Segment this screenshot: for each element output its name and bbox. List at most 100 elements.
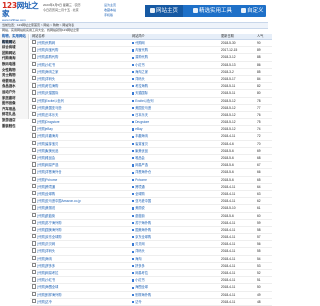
row-checkbox[interactable] (32, 176, 37, 181)
site-desc-link[interactable]: 日本乐天 (130, 111, 219, 120)
row-checkbox[interactable] (32, 248, 37, 253)
site-name-link[interactable]: [代购]代购网 (30, 39, 130, 48)
site-name-link[interactable]: [代购]跨境通 (30, 183, 130, 191)
site-name-link[interactable]: [代购]蘑菇街 (30, 212, 130, 220)
row-checkbox[interactable] (32, 298, 37, 304)
site-desc-link[interactable]: 洋码头 (130, 75, 219, 84)
site-desc-link[interactable]: 小红书 (130, 61, 219, 69)
site-name-link[interactable]: [代购]亚马逊中国Amazon.co.jp (30, 197, 130, 206)
site-name-link[interactable]: [代购]洋葱海外仓 (30, 168, 130, 177)
site-name-link[interactable]: [代购]洋码头 (30, 247, 130, 256)
row-checkbox[interactable] (32, 61, 37, 66)
site-name-link[interactable]: [代购]海淘 (30, 255, 130, 263)
site-name-link[interactable]: [代购]eBay (30, 125, 130, 134)
row-checkbox[interactable] (32, 155, 37, 160)
row-checkbox[interactable] (32, 169, 37, 174)
site-name-link[interactable]: [代购]考拉海购 (30, 82, 130, 91)
site-desc-link[interactable]: 淘宝代购 (130, 46, 219, 55)
site-desc-link[interactable]: 洋葱海外仓 (130, 168, 219, 177)
mobile-link[interactable]: 手机版 (104, 13, 116, 18)
site-desc-link[interactable]: 达令 (130, 298, 219, 306)
row-checkbox[interactable] (32, 54, 37, 59)
row-checkbox[interactable] (32, 241, 37, 246)
row-checkbox[interactable] (32, 126, 37, 131)
site-desc-link[interactable]: Excite以色列 (130, 97, 219, 105)
site-name-link[interactable]: [代购]别样海外购 (30, 291, 130, 299)
site-desc-link[interactable]: eBay (130, 125, 219, 134)
site-desc-link[interactable]: 网易考拉 (130, 269, 219, 278)
row-checkbox[interactable] (32, 183, 37, 189)
site-name-link[interactable]: [代购]全球购 (30, 190, 130, 199)
site-desc-link[interactable]: 亚马逊中国 (130, 197, 219, 206)
site-desc-link[interactable]: 唯品会 (130, 154, 219, 163)
site-desc-link[interactable]: 易购代购 (130, 53, 219, 62)
sidebar-item[interactable]: 购物，实用网站和实用 (0, 34, 28, 44)
site-name-link[interactable]: [代购]国美海外购 (30, 226, 130, 235)
row-checkbox[interactable] (32, 133, 37, 138)
site-desc-link[interactable]: 丰趣海淘 (130, 132, 219, 141)
site-name-link[interactable]: [代购]蜜芽宝贝 (30, 140, 130, 148)
row-checkbox[interactable] (32, 75, 37, 81)
site-desc-link[interactable]: Pchome (130, 176, 219, 184)
row-checkbox[interactable] (32, 111, 37, 117)
row-checkbox[interactable] (32, 226, 37, 232)
site-name-link[interactable]: [代购]洋码头 (30, 75, 130, 84)
site-name-link[interactable]: [代购]淘宝代购 (30, 46, 130, 55)
site-desc-link[interactable]: 海淘之家 (130, 68, 219, 76)
site-logo[interactable]: 123网址之家 www.123hao.com (2, 2, 40, 23)
site-name-link[interactable]: [代购]Pchome (30, 176, 130, 184)
row-checkbox[interactable] (32, 291, 37, 296)
row-checkbox[interactable] (32, 284, 37, 289)
site-name-link[interactable]: [代购]唯品会 (30, 154, 130, 163)
site-name-link[interactable]: [代购]美丽说 (30, 204, 130, 213)
row-checkbox[interactable] (32, 119, 37, 124)
row-checkbox[interactable] (32, 147, 37, 153)
row-checkbox[interactable] (32, 219, 37, 225)
site-desc-link[interactable]: 拼多多 (130, 262, 219, 271)
site-name-link[interactable]: [代购]网易严选 (30, 161, 130, 170)
site-desc-link[interactable]: 聚美优品 (130, 147, 219, 156)
site-desc-link[interactable]: 别样海外购 (130, 291, 219, 299)
site-name-link[interactable]: [代购]京东全球购 (30, 233, 130, 242)
site-desc-link[interactable]: 海囤全球 (130, 283, 219, 292)
site-name-link[interactable]: [代购]苏宁海外购 (30, 219, 130, 227)
site-name-link[interactable]: [代购]美国亚马逊 (30, 104, 130, 112)
site-desc-link[interactable]: 全球购 (130, 190, 219, 199)
site-desc-link[interactable]: Drugstore (130, 118, 219, 127)
tab-tools[interactable]: 精选实用工具 (193, 5, 232, 17)
row-checkbox[interactable] (32, 68, 37, 74)
row-checkbox[interactable] (32, 205, 37, 210)
site-desc-link[interactable]: 代购网 (130, 39, 219, 48)
site-desc-link[interactable]: 跨境通 (130, 183, 219, 191)
sidebar-item[interactable]: 服装鞋包 (0, 124, 28, 130)
row-checkbox[interactable] (32, 104, 37, 110)
site-desc-link[interactable]: 苏宁海外购 (130, 219, 219, 227)
row-checkbox[interactable] (32, 190, 37, 196)
site-desc-link[interactable]: 贝贝网 (130, 240, 219, 249)
site-desc-link[interactable]: 天猫国际 (130, 89, 219, 98)
site-name-link[interactable]: [代购]拼多多 (30, 262, 130, 271)
site-name-link[interactable]: [代购]易购代购 (30, 53, 130, 62)
row-checkbox[interactable] (32, 255, 37, 261)
row-checkbox[interactable] (32, 234, 37, 239)
site-desc-link[interactable]: 海淘 (130, 255, 219, 263)
site-desc-link[interactable]: 蜜芽宝贝 (130, 140, 219, 148)
site-name-link[interactable]: [代购]日本乐天 (30, 111, 130, 120)
row-checkbox[interactable] (32, 262, 37, 268)
row-checkbox[interactable] (32, 270, 37, 275)
row-checkbox[interactable] (32, 162, 37, 167)
tab-home[interactable]: 网站主页 (145, 5, 183, 17)
site-desc-link[interactable]: 国美海外购 (130, 226, 219, 235)
site-desc-link[interactable]: 美丽说 (130, 204, 219, 213)
site-name-link[interactable]: [代购]天猫国际 (30, 89, 130, 98)
site-name-link[interactable]: [代购]小红书 (30, 276, 130, 285)
site-desc-link[interactable]: 美国亚马逊 (130, 104, 219, 112)
site-name-link[interactable]: [代购]Drugstore (30, 118, 130, 127)
row-checkbox[interactable] (32, 97, 37, 102)
row-checkbox[interactable] (32, 212, 37, 217)
site-name-link[interactable]: [代购]聚美优品 (30, 147, 130, 156)
site-name-link[interactable]: [代购]丰趣海淘 (30, 132, 130, 141)
site-name-link[interactable]: [代购]贝贝网 (30, 240, 130, 249)
tab-custom[interactable]: 自定义网址 (241, 5, 266, 26)
site-name-link[interactable]: [代购]达令 (30, 298, 130, 306)
